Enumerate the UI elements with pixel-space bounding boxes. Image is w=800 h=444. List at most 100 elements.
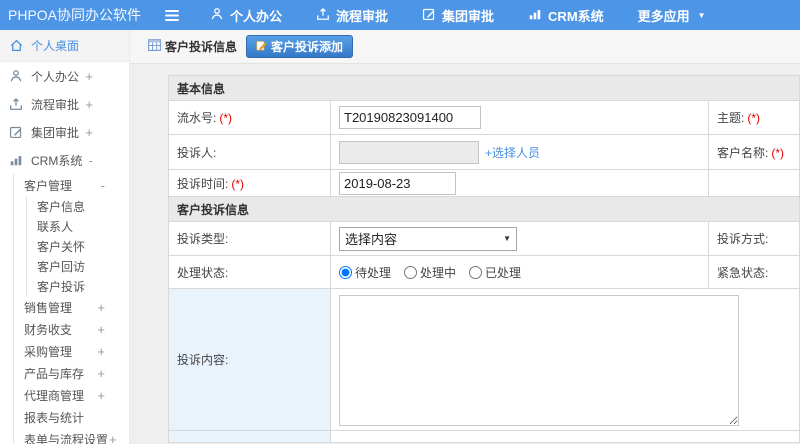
sidebar-item-finance[interactable]: 财务收支 + <box>14 318 129 340</box>
sidebar-item-customer-care[interactable]: 客户关怀 <box>27 236 129 256</box>
sidebar-item-label: 个人桌面 <box>31 39 80 53</box>
sidebar-item-group-approval[interactable]: 集团审批 + <box>0 118 129 146</box>
expand-plus-icon[interactable]: + <box>85 125 117 140</box>
sidebar-item-desktop[interactable]: 个人桌面 <box>0 30 129 62</box>
field-label: 投诉人: <box>177 145 217 160</box>
upload-icon <box>9 97 24 112</box>
radio-label: 处理中 <box>420 265 457 280</box>
edit-icon <box>9 125 24 140</box>
sidebar-item-customer-mgmt[interactable]: 客户管理 - <box>14 174 129 196</box>
caret-down-icon: ▼ <box>697 10 706 20</box>
menu-toggle-icon[interactable] <box>164 9 180 22</box>
serial-input[interactable] <box>339 106 481 129</box>
handle-status-radio-group: 待处理 处理中 已处理 <box>339 264 700 281</box>
topmenu-label: 流程审批 <box>336 8 389 24</box>
sidebar-item-personal-office[interactable]: 个人办公 + <box>0 62 129 90</box>
next-row-label-cell <box>168 430 331 443</box>
field-label: 投诉方式: <box>717 232 769 246</box>
expand-plus-icon[interactable]: + <box>85 97 117 112</box>
topmenu-crm[interactable]: CRM系统 <box>528 6 604 25</box>
collapse-minus-icon[interactable]: - <box>89 153 117 168</box>
expand-plus-icon[interactable]: + <box>97 300 129 315</box>
customer-mgmt-children: 客户信息 联系人 客户关怀 客户回访 客户投诉 <box>26 196 129 296</box>
expand-plus-icon[interactable]: + <box>97 344 129 359</box>
topmenu-label: 更多应用 <box>637 8 690 24</box>
sidebar-item-products-inventory[interactable]: 产品与库存 + <box>14 362 129 384</box>
topmenu-more-apps[interactable]: 更多应用 ▼ <box>638 6 706 25</box>
sidebar: 个人桌面 个人办公 + 流程审批 + 集团审批 + CRM系统 - 客户管理 - <box>0 30 130 444</box>
complainant-input <box>339 140 479 164</box>
app-logo: PHPOA协同办公软件 <box>8 7 142 23</box>
field-label: 流水号: <box>177 111 217 125</box>
expand-plus-icon[interactable]: + <box>85 69 117 84</box>
urgent-status-label-cell: 紧急状态: <box>708 255 800 289</box>
sidebar-item-label: 财务收支 <box>24 322 73 337</box>
collapse-minus-icon[interactable]: - <box>101 178 129 193</box>
sidebar-item-label: 产品与库存 <box>24 366 85 381</box>
select-arrow-icon: ▼ <box>503 234 511 243</box>
topmenu-group-approval[interactable]: 集团审批 <box>422 6 494 25</box>
sidebar-item-contacts[interactable]: 联系人 <box>27 216 129 236</box>
crm-submenu: 客户管理 - 客户信息 联系人 客户关怀 客户回访 客户投诉 销售管理 + 财务… <box>13 174 129 444</box>
field-label: 投诉内容: <box>177 353 229 367</box>
sidebar-item-customer-complaint[interactable]: 客户投诉 <box>27 276 129 296</box>
section-header-basic-info: 基本信息 <box>168 75 800 101</box>
expand-plus-icon[interactable]: + <box>97 388 129 403</box>
sidebar-item-sales-mgmt[interactable]: 销售管理 + <box>14 296 129 318</box>
complaint-content-textarea[interactable] <box>339 294 739 426</box>
edit-icon <box>422 7 436 24</box>
radio-option-processing[interactable]: 处理中 <box>404 264 456 281</box>
sidebar-item-label: 流程审批 <box>31 97 80 112</box>
complainant-label-cell: 投诉人: <box>168 134 331 170</box>
field-label: 紧急状态: <box>717 265 769 280</box>
required-mark: (*) <box>231 176 245 191</box>
complaint-type-select[interactable]: 选择内容 ▼ <box>339 226 517 251</box>
topmenu-label: 集团审批 <box>442 8 495 24</box>
serial-label-cell: 流水号: (*) <box>168 100 331 135</box>
select-person-link[interactable]: +选择人员 <box>485 146 540 160</box>
expand-plus-icon[interactable]: + <box>97 366 129 381</box>
field-label: 处理状态: <box>177 265 229 280</box>
radio-processing[interactable] <box>404 265 418 279</box>
sidebar-item-label: 代理商管理 <box>24 388 85 403</box>
add-complaint-button[interactable]: 客户投诉添加 <box>246 35 354 58</box>
field-label: 主题: <box>717 111 745 125</box>
next-row-cell <box>330 430 800 443</box>
select-value: 选择内容 <box>345 232 398 247</box>
sidebar-item-crm[interactable]: CRM系统 - <box>0 146 129 174</box>
required-mark: (*) <box>771 145 785 160</box>
bar-chart-icon <box>9 153 24 168</box>
sidebar-item-workflow-approval[interactable]: 流程审批 + <box>0 90 129 118</box>
complaint-time-input[interactable] <box>339 171 456 195</box>
radio-pending[interactable] <box>339 265 352 279</box>
sidebar-item-form-workflow-settings[interactable]: 表单与流程设置 + <box>14 428 129 444</box>
home-icon <box>9 38 24 53</box>
sidebar-item-label: 报表与统计 <box>24 410 85 425</box>
sidebar-item-label: 销售管理 <box>24 300 73 315</box>
table-icon <box>148 39 161 54</box>
radio-option-pending[interactable]: 待处理 <box>339 264 391 281</box>
tab-complaint-info[interactable]: 客户投诉信息 <box>148 38 237 55</box>
sidebar-item-customer-followup[interactable]: 客户回访 <box>27 256 129 276</box>
radio-label: 待处理 <box>355 265 392 280</box>
tab-bar: 客户投诉信息 客户投诉添加 <box>130 30 800 64</box>
sidebar-item-reports-stats[interactable]: 报表与统计 <box>14 406 129 428</box>
button-label: 客户投诉添加 <box>271 40 344 54</box>
topmenu-personal-office[interactable]: 个人办公 <box>210 6 282 25</box>
radio-done[interactable] <box>469 265 483 279</box>
field-label: 投诉类型: <box>177 232 229 246</box>
sidebar-item-purchasing[interactable]: 采购管理 + <box>14 340 129 362</box>
sidebar-item-customer-info[interactable]: 客户信息 <box>27 196 129 216</box>
topmenu-workflow-approval[interactable]: 流程审批 <box>316 6 388 25</box>
sidebar-item-agent-mgmt[interactable]: 代理商管理 + <box>14 384 129 406</box>
topmenu-label: CRM系统 <box>548 8 604 24</box>
expand-plus-icon[interactable]: + <box>97 322 129 337</box>
sidebar-item-label: CRM系统 <box>31 153 83 168</box>
required-mark: (*) <box>219 111 233 125</box>
expand-plus-icon[interactable]: + <box>109 432 117 444</box>
radio-option-done[interactable]: 已处理 <box>469 264 521 281</box>
person-icon <box>210 7 224 24</box>
field-label: 投诉时间: <box>177 176 229 191</box>
sidebar-item-label: 个人办公 <box>31 69 80 84</box>
app-window: PHPOA协同办公软件 个人办公 流程审批 集团审批 CRM系统 更多应用 ▼ … <box>0 0 800 444</box>
